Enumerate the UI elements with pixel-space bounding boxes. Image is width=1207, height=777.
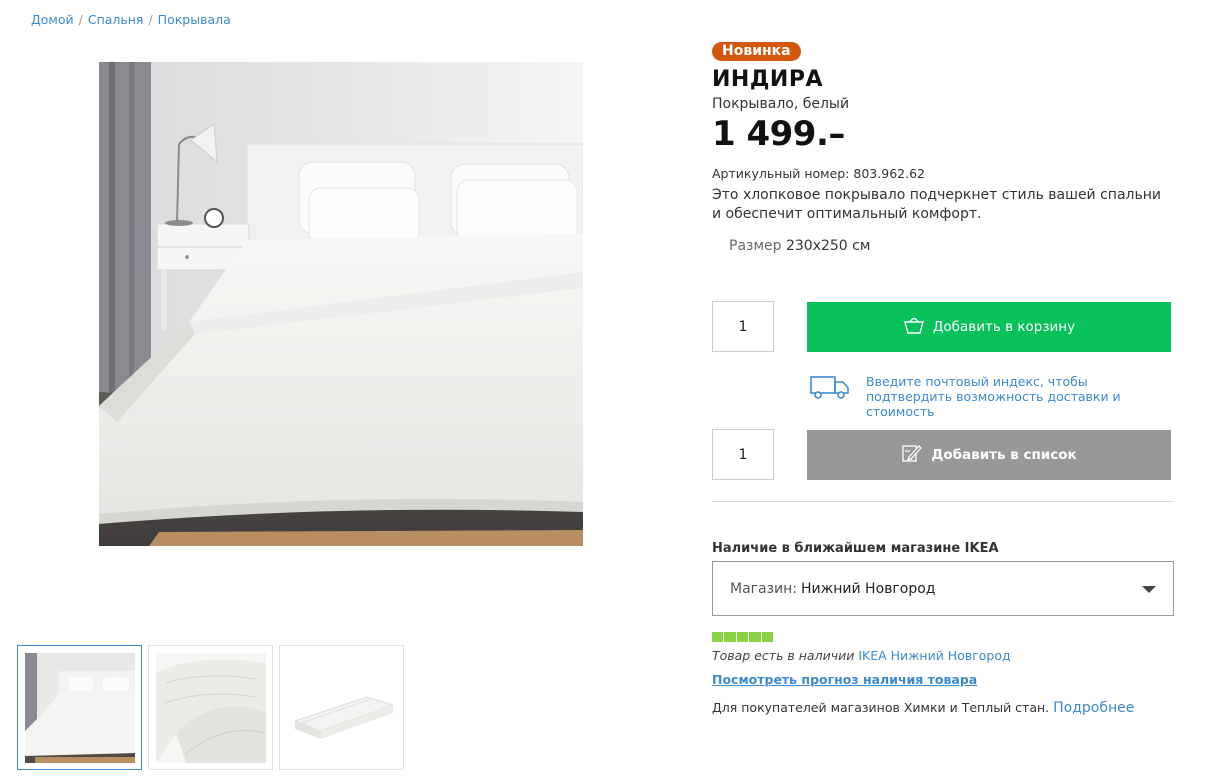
product-name: ИНДИРА [712,67,823,92]
thumbnail-fabric-detail[interactable] [148,645,273,770]
delivery-text: Введите почтовый индекс, чтобы подтверди… [866,374,1121,419]
main-product-image[interactable] [99,62,583,546]
new-badge: Новинка [712,42,801,61]
chevron-down-icon [1142,586,1156,593]
add-to-cart-row: 1 Добавить в корзину [712,301,1172,352]
add-to-list-label: Добавить в список [931,446,1077,463]
product-subtitle: Покрывало, белый [712,96,850,112]
breadcrumb-separator: / [148,12,153,27]
breadcrumb-bedspreads[interactable]: Покрывала [158,12,231,27]
stock-bar-segment [761,632,773,642]
stock-bar-segment [712,632,724,642]
breadcrumb: Домой / Спальня / Покрывала [31,12,231,27]
list-quantity-input[interactable]: 1 [712,429,774,480]
size-value: 230x250 см [785,238,871,254]
store-select-value: Нижний Новгород [801,580,936,597]
thumbnail-bed[interactable] [17,645,142,770]
more-info-link[interactable]: Подробнее [1053,700,1134,716]
stock-status-text: Товар есть в наличии [712,648,855,663]
size-label: Размер [729,238,782,254]
store-select-label: Магазин: [730,580,798,597]
article-number: Артикульный номер: 803.962.62 [712,166,1174,181]
stock-status: Товар есть в наличии IKEA Нижний Новгоро… [712,648,1011,663]
stock-bar-segment [736,632,749,642]
store-note-text: Для покупателей магазинов Химки и Теплый… [712,700,1050,715]
product-info: Новинка ИНДИРА Покрывало, белый 1 499.– … [712,40,1174,254]
stock-level-bar [712,632,773,642]
article-value: 803.962.62 [853,166,925,181]
product-description: Это хлопковое покрывало подчеркнет стиль… [712,187,1161,222]
edit-list-icon [901,443,923,467]
add-to-cart-label: Добавить в корзину [932,318,1076,335]
store-link[interactable]: IKEA Нижний Новгород [858,648,1010,663]
product-price: 1 499.– [712,114,845,154]
store-note: Для покупателей магазинов Химки и Теплый… [712,700,1134,716]
add-to-cart-button[interactable]: Добавить в корзину [807,301,1171,352]
basket-icon [903,316,925,338]
stock-bar-segment [724,632,736,642]
delivery-check[interactable]: Введите почтовый индекс, чтобы подтверди… [810,374,1166,419]
article-label: Артикульный номер: [712,166,850,181]
cart-quantity-input[interactable]: 1 [712,301,774,352]
divider [712,501,1174,502]
store-select[interactable]: Магазин: Нижний Новгород [712,561,1174,616]
thumbnail-strip [17,645,404,770]
add-to-list-row: 1 Добавить в список [712,429,1172,480]
truck-icon [810,374,850,404]
availability-title: Наличие в ближайшем магазине IKEA [712,541,999,556]
thumbnail-folded[interactable] [279,645,404,770]
breadcrumb-bedroom[interactable]: Спальня [88,12,144,27]
breadcrumb-separator: / [78,12,83,27]
add-to-list-button[interactable]: Добавить в список [807,429,1171,480]
product-size: Размер 230x250 см [712,238,1174,254]
stock-forecast-link[interactable]: Посмотреть прогноз наличия товара [712,672,977,687]
breadcrumb-home[interactable]: Домой [31,12,74,27]
stock-bar-segment [749,632,761,642]
